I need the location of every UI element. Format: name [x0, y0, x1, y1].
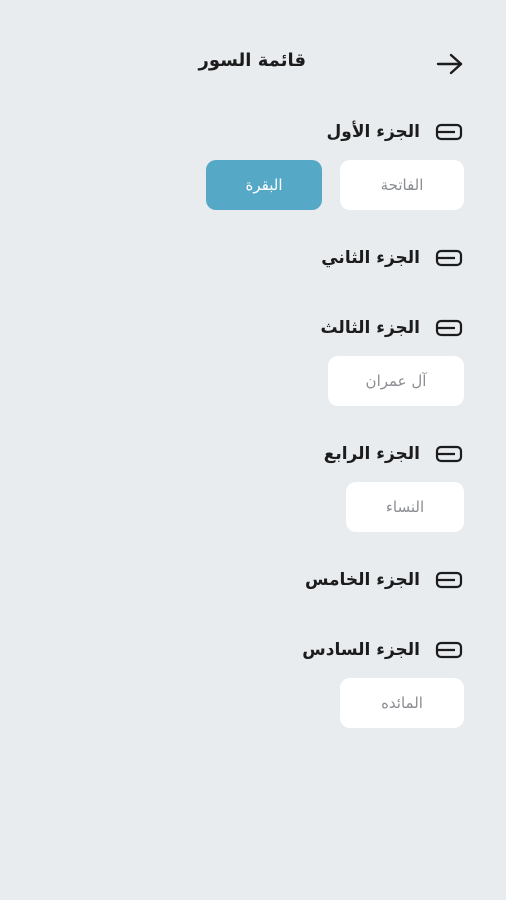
- surah-chip-al-imran[interactable]: آل عمران: [328, 356, 464, 406]
- surah-row-4: النساء: [0, 478, 464, 556]
- juz-label: الجزء الثاني: [321, 248, 420, 268]
- juz-section-1: الجزء الأول الفاتحة البقرة: [0, 108, 464, 234]
- surah-chip-al-maida[interactable]: المائده: [340, 678, 464, 728]
- juz-book-icon: [434, 122, 464, 142]
- surah-row-6: المائده: [0, 674, 464, 752]
- juz-label: الجزء الثالث: [320, 318, 420, 338]
- juz-list: الجزء الأول الفاتحة البقرة الجزء الثاني …: [0, 108, 506, 752]
- juz-header-1[interactable]: الجزء الأول: [0, 108, 464, 156]
- juz-book-icon: [434, 318, 464, 338]
- header-bar: قائمة السور: [0, 40, 506, 88]
- page-title: قائمة السور: [198, 50, 306, 71]
- surah-row-1: الفاتحة البقرة: [0, 156, 464, 234]
- juz-header-4[interactable]: الجزء الرابع: [0, 430, 464, 478]
- juz-section-2: الجزء الثاني: [0, 234, 464, 304]
- juz-book-icon: [434, 570, 464, 590]
- juz-label: الجزء الأول: [326, 122, 420, 142]
- juz-header-5[interactable]: الجزء الخامس: [0, 556, 464, 604]
- juz-label: الجزء الرابع: [323, 444, 420, 464]
- juz-header-6[interactable]: الجزء السادس: [0, 626, 464, 674]
- juz-book-icon: [434, 248, 464, 268]
- surah-chip-al-baqara[interactable]: البقرة: [206, 160, 322, 210]
- juz-header-3[interactable]: الجزء الثالث: [0, 304, 464, 352]
- juz-book-icon: [434, 444, 464, 464]
- juz-section-3: الجزء الثالث آل عمران: [0, 304, 464, 430]
- surah-chip-an-nisa[interactable]: النساء: [346, 482, 464, 532]
- surah-row-3: آل عمران: [0, 352, 464, 430]
- juz-section-4: الجزء الرابع النساء: [0, 430, 464, 556]
- juz-section-5: الجزء الخامس: [0, 556, 464, 626]
- juz-section-6: الجزء السادس المائده: [0, 626, 464, 752]
- juz-book-icon: [434, 640, 464, 660]
- juz-label: الجزء الخامس: [304, 570, 420, 590]
- back-button[interactable]: [434, 50, 466, 78]
- arrow-right-icon: [436, 53, 463, 75]
- surah-chip-al-fatiha[interactable]: الفاتحة: [340, 160, 464, 210]
- juz-label: الجزء السادس: [302, 640, 420, 660]
- juz-header-2[interactable]: الجزء الثاني: [0, 234, 464, 282]
